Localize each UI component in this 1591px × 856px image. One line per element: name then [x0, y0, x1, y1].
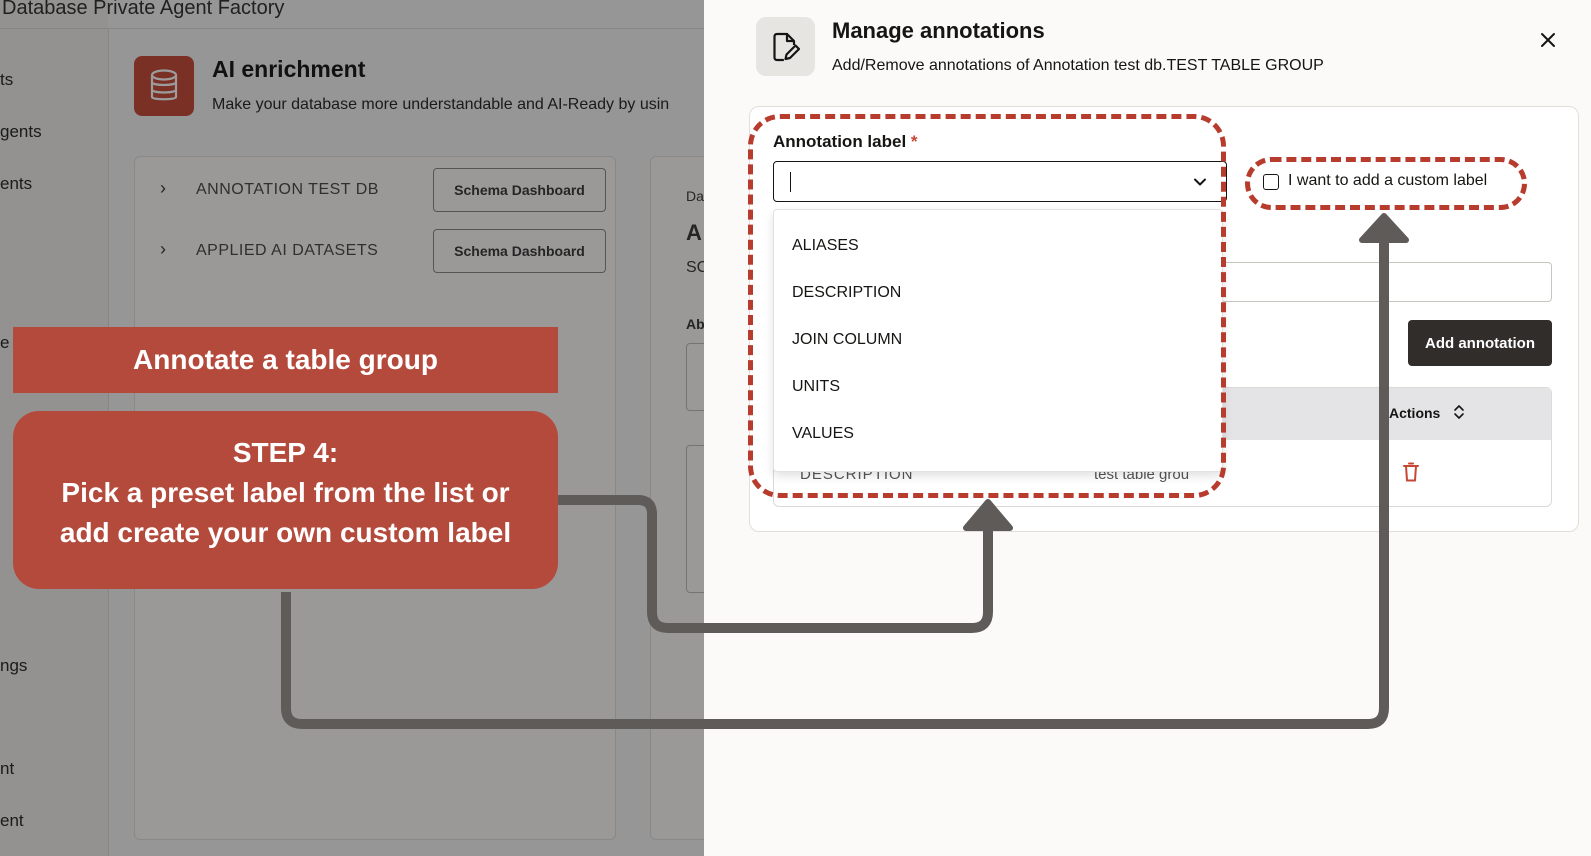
edit-document-icon — [756, 17, 815, 76]
trash-icon[interactable] — [1401, 461, 1421, 483]
highlight-annotation-label — [748, 114, 1226, 498]
tutorial-step-box: STEP 4: Pick a preset label from the lis… — [13, 411, 558, 589]
close-icon — [1541, 33, 1555, 47]
close-button[interactable] — [1536, 28, 1560, 52]
step-title: STEP 4: — [232, 437, 339, 468]
sort-icon[interactable] — [1452, 403, 1466, 421]
actions-column-header[interactable]: Actions — [1389, 405, 1440, 421]
add-annotation-button[interactable]: Add annotation — [1408, 320, 1552, 366]
step-text-line: add create your own custom label — [59, 517, 512, 548]
highlight-custom-label — [1245, 157, 1527, 210]
panel-subtitle: Add/Remove annotations of Annotation tes… — [832, 57, 1324, 74]
tutorial-banner: Annotate a table group — [13, 327, 558, 393]
annotation-value-input[interactable] — [1220, 262, 1552, 302]
panel-title: Manage annotations — [832, 18, 1045, 43]
step-text-line: Pick a preset label from the list or — [61, 477, 510, 508]
